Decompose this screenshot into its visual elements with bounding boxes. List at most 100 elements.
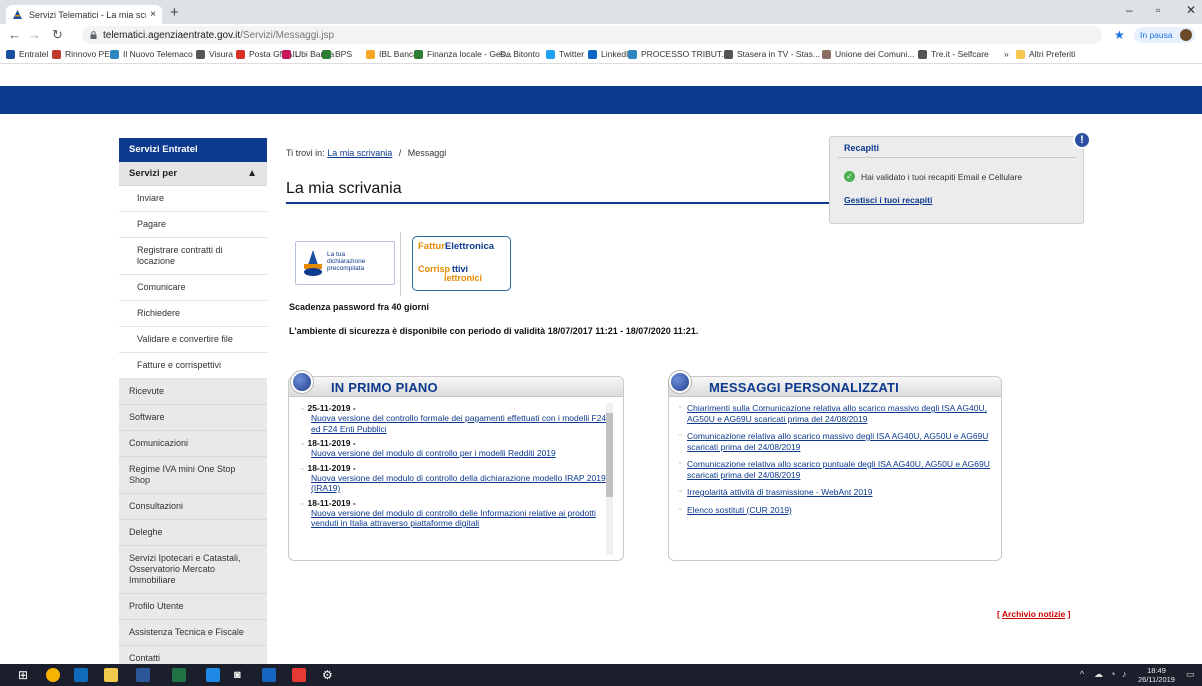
browser-tab[interactable]: Servizi Telematici - La mia scrivan × [6, 5, 162, 24]
forward-arrow-icon[interactable]: → [28, 27, 41, 42]
windows-start-icon[interactable]: ⊞ [18, 668, 32, 682]
messaggio-link[interactable]: Comunicazione relativa allo scarico punt… [679, 459, 994, 480]
archivio-bracket-open: [ [997, 609, 1000, 619]
news-link[interactable]: Nuova versione del modulo di controllo p… [301, 448, 611, 459]
news-date: 25-11-2019 - [301, 403, 611, 413]
sidebar-item-pagare[interactable]: Pagare [119, 212, 267, 238]
news-scrollbar[interactable] [606, 403, 613, 555]
fattura-elettronica-banner[interactable]: FatturElettronica Corrisp ttivi lettronic… [412, 236, 511, 291]
news-item: 25-11-2019 -Nuova versione del controllo… [301, 403, 611, 434]
bookmark-twitter[interactable]: Twitter [546, 49, 584, 59]
sidebar-item-validare-e-convertire-file[interactable]: Validare e convertire file [119, 327, 267, 353]
messaggio-link[interactable]: Irregolarità attività di trasmissione - … [679, 487, 994, 498]
sidebar-item-regime-iva-mini-one-stop-shop[interactable]: Regime IVA mini One Stop Shop [119, 457, 267, 494]
sidebar-item-servizi-ipotecari-e-catastali-osservatorio-mercato-immobiliare[interactable]: Servizi Ipotecari e Catastali, Osservato… [119, 546, 267, 594]
security-validity-note: L'ambiente di sicurezza è disponibile co… [289, 326, 699, 336]
breadcrumb-link-scrivania[interactable]: La mia scrivania [327, 148, 392, 158]
app-l-icon[interactable] [206, 668, 220, 682]
new-tab-button[interactable]: + [170, 4, 179, 21]
news-link[interactable]: Nuova versione del modulo di controllo d… [301, 473, 611, 494]
breadcrumb-current: Messaggi [407, 148, 447, 158]
paint-icon[interactable] [292, 668, 306, 682]
address-bar[interactable]: telematici.agenziaentrate.gov.it/Servizi… [82, 26, 1102, 44]
bookmark-entratel[interactable]: Entratel [6, 49, 48, 59]
sidebar-item-comunicazioni[interactable]: Comunicazioni [119, 431, 267, 457]
bookmark-stasera-in-tv-stas[interactable]: Stasera in TV - Stas... [724, 49, 820, 59]
profile-button[interactable]: In pausa [1134, 27, 1195, 43]
back-arrow-icon[interactable]: ← [8, 27, 21, 42]
bookmark-rinnovo-pec[interactable]: Rinnovo PEC [52, 49, 116, 59]
sidebar-item-software[interactable]: Software [119, 405, 267, 431]
bookmark-processo-tribut[interactable]: PROCESSO TRIBUT... [628, 49, 728, 59]
gestisci-recapiti-link[interactable]: Gestisci i tuoi recapiti [844, 195, 932, 205]
bookmark-star-icon[interactable]: ★ [1114, 28, 1125, 42]
sidebar-item-registrare-contratti-di-locazione[interactable]: Registrare contratti di locazione [119, 238, 267, 275]
tray-network-icon[interactable]: ◔ [1110, 669, 1115, 679]
settings-icon[interactable]: ⚙ [322, 668, 336, 682]
minimize-button[interactable]: – [1126, 3, 1133, 17]
news-link[interactable]: Nuova versione del controllo formale dei… [301, 413, 611, 434]
messaggio-link[interactable]: Elenco sostituti (CUR 2019) [679, 505, 994, 516]
chevron-up-icon: ▲ [247, 168, 257, 179]
bookmark-bps-icon [322, 49, 331, 59]
file-explorer-icon[interactable] [104, 668, 118, 682]
bookmark-visura[interactable]: Visura [196, 49, 233, 59]
clock-icon [291, 371, 313, 393]
bookmark-il-nuovo-telemaco[interactable]: Il Nuovo Telemaco [110, 49, 193, 59]
breadcrumb-separator: / [398, 148, 402, 158]
in-primo-piano-title: IN PRIMO PIANO [331, 380, 438, 395]
bookmark-posta-gmail-icon [236, 49, 245, 59]
bookmark-label: Rinnovo PEC [65, 49, 117, 59]
url-path: /Servizi/Messaggi.jsp [240, 29, 335, 41]
sidebar-header[interactable]: Servizi Entratel [119, 138, 267, 162]
sidebar-item-inviare[interactable]: Inviare [119, 186, 267, 212]
sidebar-item-fatture-e-corrispettivi[interactable]: Fatture e corrispettivi [119, 353, 267, 379]
word-icon[interactable] [136, 668, 150, 682]
url-host: telematici.agenziaentrate.gov.it [103, 29, 241, 41]
bookmark-finanza-locale-ges[interactable]: Finanza locale - Ges... [414, 49, 512, 59]
news-scrollbar-thumb[interactable] [606, 413, 613, 497]
bookmark-more[interactable]: » [1004, 49, 1009, 59]
sidebar-item-deleghe[interactable]: Deleghe [119, 520, 267, 546]
dichiarazione-precompilata-banner[interactable]: La tua dichiarazione precompilata [295, 241, 395, 285]
tab-close-icon[interactable]: × [150, 9, 156, 20]
archivio-notizie-link[interactable]: Archivio notizie [1002, 609, 1065, 619]
messaggio-link[interactable]: Comunicazione relativa allo scarico mass… [679, 431, 994, 452]
camera-icon[interactable]: ◙ [234, 668, 248, 682]
app-blue-icon[interactable] [262, 668, 276, 682]
sidebar-item-consultazioni[interactable]: Consultazioni [119, 494, 267, 520]
bookmark-altri-preferiti[interactable]: Altri Preferiti [1016, 49, 1075, 59]
bookmark-unione-dei-comuni[interactable]: Unione dei Comuni... [822, 49, 914, 59]
outlook-icon[interactable] [74, 668, 88, 682]
clock-date: 26/11/2019 [1138, 675, 1175, 684]
messaggio-link[interactable]: Chiarimenti sulla Comunicazione relativa… [679, 403, 994, 424]
bookmark-linkedin[interactable]: LinkedIn [588, 49, 633, 59]
sidebar-item-comunicare[interactable]: Comunicare [119, 275, 267, 301]
tray-cloud-icon[interactable]: ☁ [1094, 669, 1103, 680]
bookmark-tre-it-selfcare[interactable]: Tre.it - Selfcare [918, 49, 989, 59]
dichiarazione-text: La tua dichiarazione precompilata [327, 251, 365, 272]
bookmark-da-bitonto[interactable]: Da Bitonto [500, 49, 540, 59]
reload-icon[interactable]: ↻ [52, 27, 63, 43]
bookmark-bps[interactable]: BPS [322, 49, 352, 59]
sidebar-item-assistenza-tecnica-e-fiscale[interactable]: Assistenza Tecnica e Fiscale [119, 620, 267, 646]
sidebar-item-profilo-utente[interactable]: Profilo Utente [119, 594, 267, 620]
bookmark-ibl-banca[interactable]: IBL Banca [366, 49, 418, 59]
notification-icon[interactable]: ▭ [1186, 669, 1195, 680]
news-link[interactable]: Nuova versione del modulo di controllo d… [301, 508, 611, 529]
corrispettivi-label: Corrisp ttivi lettronici [418, 265, 482, 283]
tray-volume-icon[interactable]: ♪ [1122, 669, 1127, 679]
sidebar-item-ricevute[interactable]: Ricevute [119, 379, 267, 405]
clock-time: 18:49 [1147, 666, 1166, 675]
sidebar-nav: Servizi Entratel Servizi per ▲ Inviare Pa… [119, 138, 267, 672]
taskbar-clock[interactable]: 18:49 26/11/2019 [1138, 666, 1175, 684]
sidebar-item-richiedere[interactable]: Richiedere [119, 301, 267, 327]
chrome-icon[interactable] [46, 668, 60, 682]
excel-icon[interactable] [172, 668, 186, 682]
bookmark-visura-icon [196, 49, 205, 59]
maximize-button[interactable]: ▫ [1156, 3, 1160, 17]
close-window-button[interactable]: ✕ [1186, 3, 1196, 17]
tray-chevron-icon[interactable]: ^ [1080, 669, 1084, 679]
bookmark-processo-tribut-icon [628, 49, 637, 59]
sidebar-section-servizi-per[interactable]: Servizi per ▲ [119, 162, 267, 186]
